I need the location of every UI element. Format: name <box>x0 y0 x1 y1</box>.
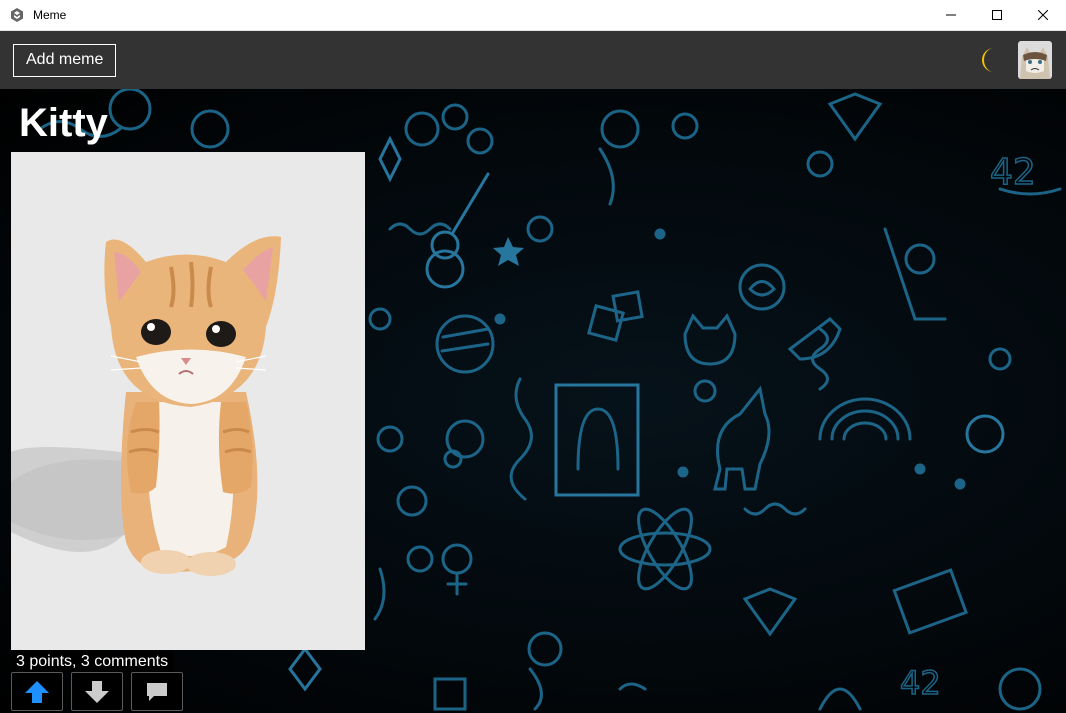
meme-title: Kitty <box>19 101 108 145</box>
svg-text:42: 42 <box>900 664 941 702</box>
close-button[interactable] <box>1020 0 1066 31</box>
comments-button[interactable] <box>131 672 183 711</box>
moon-icon[interactable] <box>980 47 1002 73</box>
add-meme-button[interactable]: Add meme <box>13 43 117 77</box>
grumpy-cat-avatar-icon <box>1018 41 1052 79</box>
comment-icon <box>147 682 167 701</box>
meme-image[interactable] <box>11 152 365 650</box>
orange-kitten-image <box>11 152 365 650</box>
app-logo-icon <box>11 8 23 22</box>
arrow-up-icon <box>25 680 49 703</box>
arrow-down-icon <box>85 680 109 703</box>
meme-actions <box>11 672 183 711</box>
downvote-button[interactable] <box>71 672 123 711</box>
upvote-button[interactable] <box>11 672 63 711</box>
maximize-button[interactable] <box>974 0 1020 31</box>
avatar[interactable] <box>1018 41 1052 79</box>
close-icon <box>1038 10 1048 20</box>
meme-stats: 3 points, 3 comments <box>11 652 174 672</box>
svg-text:42: 42 <box>990 152 1036 193</box>
app-header: Add meme <box>0 31 1066 89</box>
window-titlebar: Meme <box>0 0 1066 31</box>
minimize-button[interactable] <box>928 0 974 31</box>
main-content: 42 42 Kitty 3 points, 3 comments <box>0 89 1066 713</box>
maximize-icon <box>992 10 1002 20</box>
window-title: Meme <box>33 8 67 22</box>
minimize-icon <box>946 14 956 16</box>
